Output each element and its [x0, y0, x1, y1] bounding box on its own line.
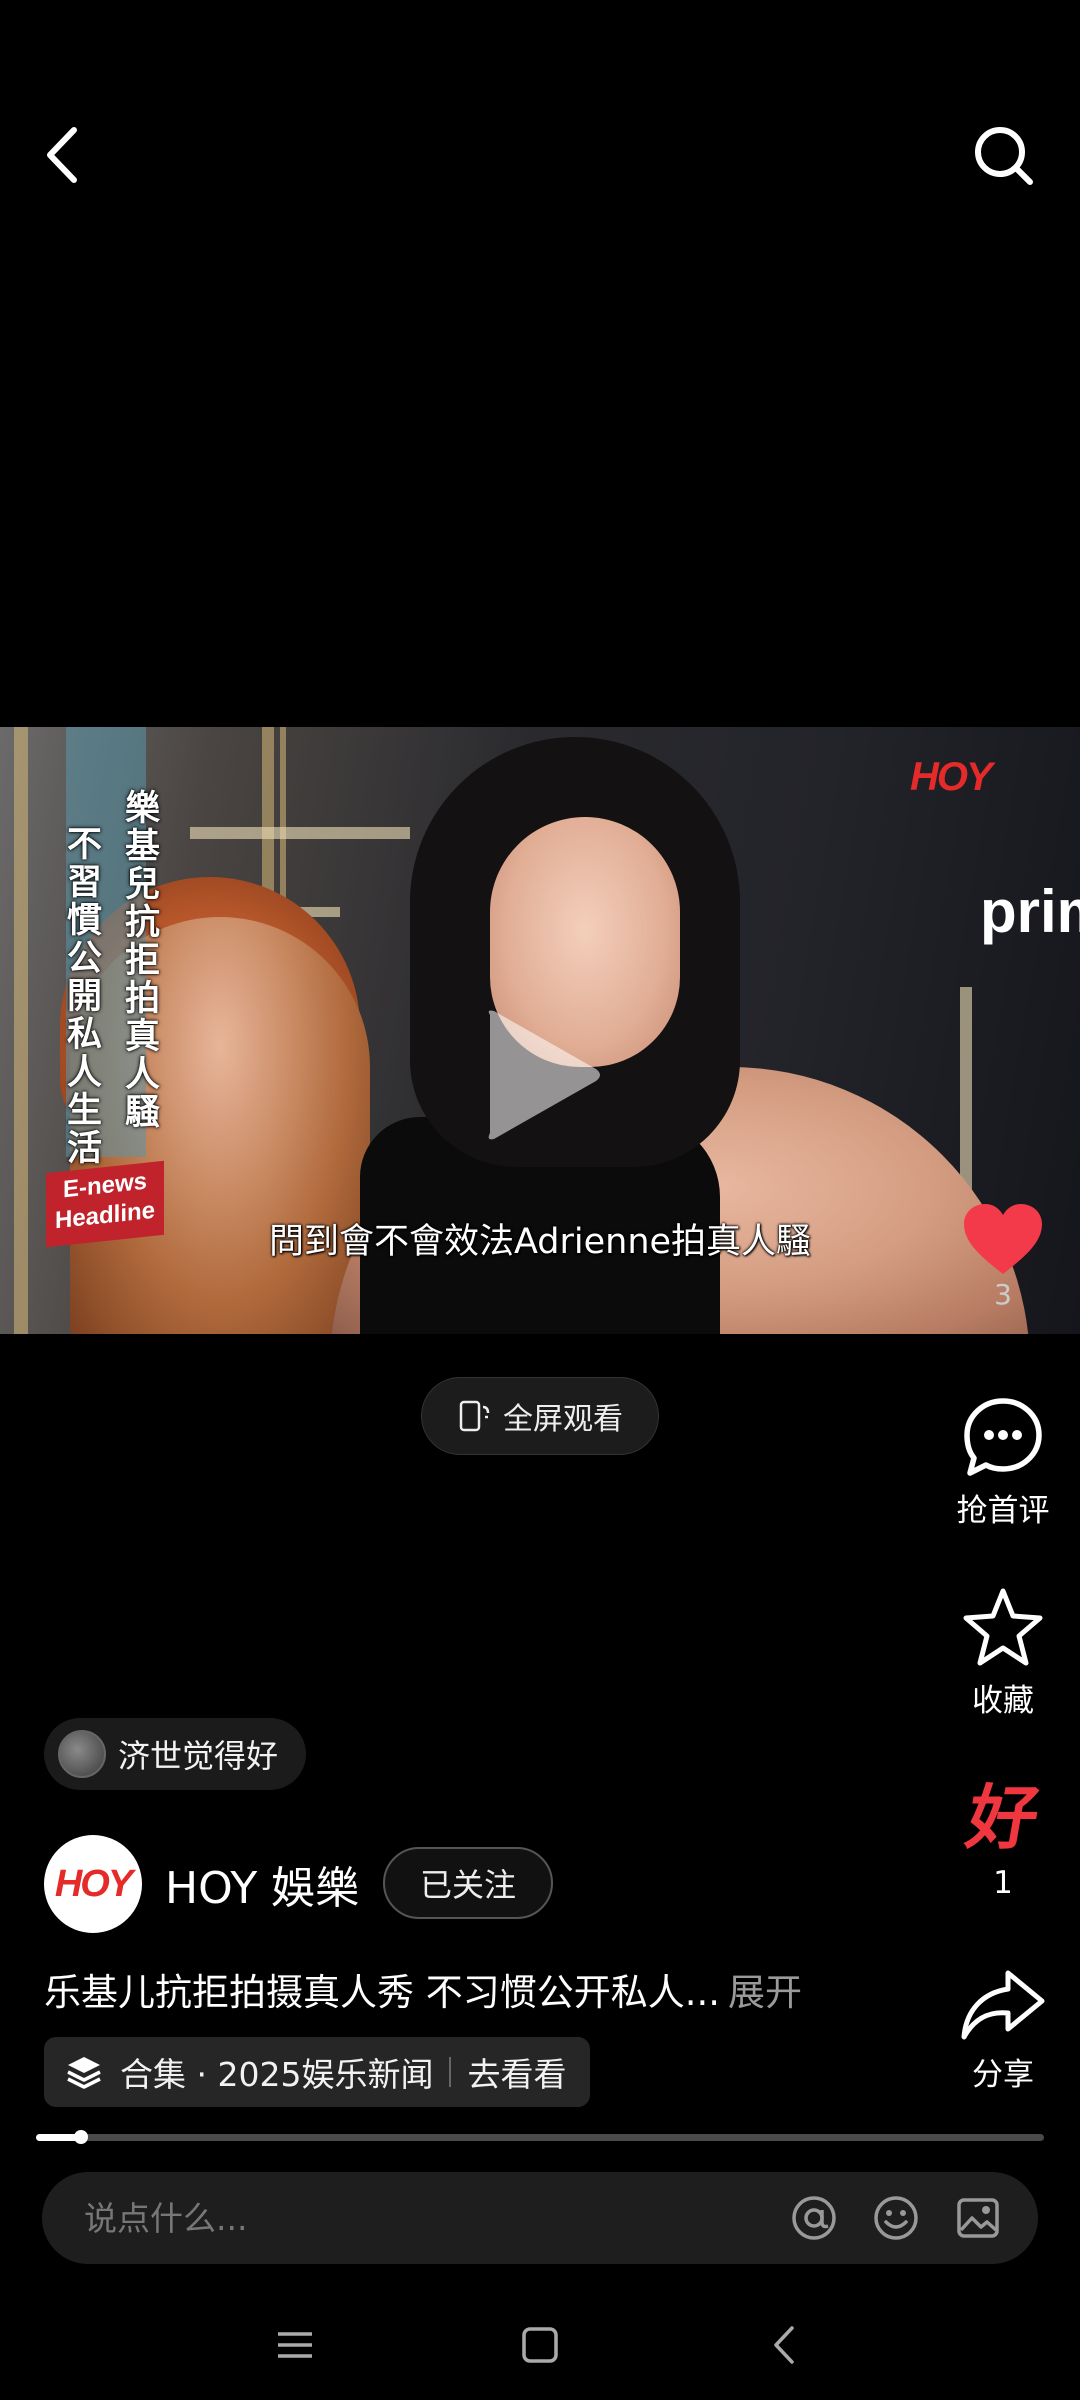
- author-avatar[interactable]: HOY: [44, 1835, 142, 1933]
- video-progress-bar[interactable]: [36, 2130, 1044, 2144]
- collection-action[interactable]: 去看看: [467, 2048, 566, 2096]
- play-button[interactable]: [476, 1003, 606, 1147]
- collection-chip[interactable]: 合集 · 2025娱乐新闻 去看看: [44, 2037, 591, 2107]
- fullscreen-label: 全屏观看: [503, 1402, 623, 1437]
- fullscreen-button[interactable]: 全屏观看: [421, 1377, 659, 1455]
- search-button[interactable]: [968, 120, 1038, 190]
- rotate-screen-icon: [459, 1400, 490, 1432]
- collection-label: 合集 · 2025娱乐新闻: [120, 2055, 434, 2094]
- system-nav-bar: [0, 2290, 1080, 2400]
- share-arrow-icon: [961, 1970, 1045, 2040]
- vertical-caption-2: 不習慣公開私人生活: [61, 825, 102, 1167]
- back-button[interactable]: [36, 120, 96, 190]
- good-button[interactable]: 好 1: [933, 1775, 1073, 1901]
- share-button[interactable]: 分享: [933, 1965, 1073, 2094]
- hoy-watermark: HOY: [910, 755, 993, 799]
- favorite-label: 收藏: [972, 1683, 1034, 1719]
- good-icon: 好: [960, 1777, 1046, 1859]
- heart-icon: [964, 1204, 1042, 1274]
- mention-icon[interactable]: [790, 2194, 838, 2242]
- background-sign-text: prim: [980, 878, 1080, 945]
- comment-input[interactable]: [82, 2197, 756, 2239]
- follow-button[interactable]: 已关注: [383, 1847, 553, 1919]
- recommender-chip[interactable]: 济世觉得好: [44, 1718, 307, 1790]
- comment-bubble-icon: [964, 1398, 1042, 1476]
- comment-label: 抢首评: [956, 1493, 1050, 1529]
- comment-bar[interactable]: [42, 2172, 1038, 2264]
- comment-button[interactable]: 抢首评: [933, 1395, 1073, 1530]
- video-title-text: 乐基儿抗拒拍摄真人秀 不习惯公开私人...: [44, 1971, 721, 2014]
- chevron-left-icon: [47, 127, 77, 183]
- video-player[interactable]: 樂基兒抗拒拍真人騷 不習慣公開私人生活 E-news Headline HOY …: [0, 727, 1080, 1334]
- emoji-icon[interactable]: [872, 2194, 920, 2242]
- back-nav-icon[interactable]: [760, 2320, 810, 2370]
- image-icon[interactable]: [954, 2194, 1002, 2242]
- home-icon[interactable]: [515, 2320, 565, 2370]
- expand-link[interactable]: 展开: [728, 1971, 802, 2014]
- author-name[interactable]: HOY 娛樂: [165, 1852, 359, 1916]
- menu-icon[interactable]: [270, 2320, 320, 2370]
- progress-handle[interactable]: [74, 2130, 88, 2144]
- like-button[interactable]: 3: [933, 1200, 1073, 1311]
- video-title[interactable]: 乐基儿抗拒拍摄真人秀 不习惯公开私人... 展开: [44, 1962, 802, 2016]
- favorite-button[interactable]: 收藏: [933, 1585, 1073, 1720]
- good-count: 1: [993, 1865, 1013, 1901]
- search-icon: [975, 127, 1033, 185]
- vertical-caption-1: 樂基兒抗拒拍真人騷: [119, 789, 160, 1131]
- author-avatar-logo: HOY: [54, 1862, 133, 1905]
- star-icon: [963, 1588, 1043, 1666]
- play-icon: [488, 1010, 600, 1140]
- recommender-avatar: [58, 1730, 106, 1778]
- layers-icon: [67, 2057, 101, 2089]
- video-subtitle: 問到會不會效法Adrienne拍真人騷: [268, 1222, 812, 1262]
- like-count: 3: [994, 1278, 1012, 1311]
- recommender-name: 济世觉得好: [118, 1737, 279, 1775]
- share-label: 分享: [972, 2057, 1034, 2093]
